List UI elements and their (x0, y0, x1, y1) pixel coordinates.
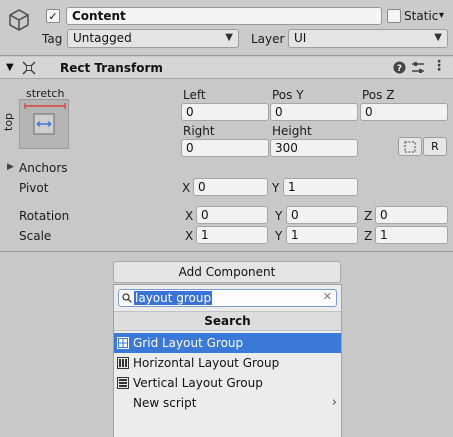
component-title: Rect Transform (60, 61, 163, 75)
rotation-label: Rotation (19, 209, 70, 223)
scale-z-axis-label: Z (364, 229, 373, 243)
pos-y-label: Pos Y (272, 88, 304, 102)
active-checkbox[interactable]: ✓ (46, 9, 60, 23)
blueprint-mode-button[interactable] (398, 137, 422, 156)
chevron-down-icon: ▼ (434, 32, 442, 43)
pos-z-field[interactable]: 0 (360, 103, 448, 121)
scale-x-axis-label: X (185, 229, 194, 243)
vertical-layout-icon (117, 377, 129, 389)
right-label: Right (183, 124, 215, 138)
search-icon (122, 293, 132, 303)
pivot-x-axis-label: X (182, 181, 191, 195)
result-vertical-layout-group[interactable]: Vertical Layout Group (114, 373, 341, 393)
chevron-right-icon: › (331, 395, 337, 410)
foldout-arrow-icon[interactable]: ▼ (6, 62, 14, 73)
rotation-y-axis-label: Y (275, 209, 283, 223)
scale-y-field[interactable]: 1 (286, 226, 358, 244)
pos-z-label: Pos Z (362, 88, 395, 102)
result-label: Horizontal Layout Group (133, 356, 280, 370)
more-options-icon[interactable]: ⋮ (432, 58, 446, 74)
pivot-y-axis-label: Y (272, 181, 280, 195)
clear-search-icon[interactable]: ✕ (323, 290, 332, 303)
anchor-presets-button[interactable] (19, 99, 69, 149)
rotation-y-field[interactable]: 0 (286, 206, 358, 224)
right-field[interactable]: 0 (181, 139, 269, 157)
tag-dropdown-value: Untagged (73, 31, 132, 45)
search-results-header: Search (114, 311, 341, 331)
object-name-field[interactable]: Content (66, 7, 382, 25)
tag-dropdown[interactable]: Untagged ▼ (67, 29, 239, 48)
chevron-down-icon: ▼ (225, 32, 233, 43)
rect-transform-icon (22, 61, 36, 75)
result-horizontal-layout-group[interactable]: Horizontal Layout Group (114, 353, 341, 373)
add-component-button[interactable]: Add Component (113, 261, 341, 283)
dotted-rect-icon (404, 141, 416, 152)
left-field[interactable]: 0 (181, 103, 269, 121)
help-icon[interactable]: ? (393, 61, 406, 74)
pivot-x-field[interactable]: 0 (193, 178, 268, 196)
static-label: Static (404, 9, 439, 23)
add-component-popup: layout group ✕ Search Grid Layout Group … (113, 284, 342, 437)
scale-x-field[interactable]: 1 (196, 226, 268, 244)
component-search-input[interactable]: layout group ✕ (118, 289, 337, 307)
gameobject-cube-icon (9, 9, 29, 31)
scale-label: Scale (19, 229, 52, 243)
result-grid-layout-group[interactable]: Grid Layout Group (114, 333, 341, 353)
pivot-y-field[interactable]: 1 (283, 178, 358, 196)
result-label: Vertical Layout Group (133, 376, 263, 390)
height-field[interactable]: 300 (270, 139, 358, 157)
rotation-z-field[interactable]: 0 (375, 206, 448, 224)
rect-transform-header[interactable]: ▼ Rect Transform ? ⋮ (0, 57, 453, 79)
anchor-vertical-label: top (2, 112, 15, 131)
layer-dropdown-value: UI (294, 31, 307, 45)
anchors-foldout-arrow-icon[interactable]: ▶ (7, 162, 14, 172)
anchor-preset-icon (24, 103, 66, 135)
search-text: layout group (134, 291, 213, 305)
static-dropdown-arrow-icon[interactable]: ▾ (439, 10, 444, 21)
svg-text:?: ? (397, 64, 402, 74)
pivot-label: Pivot (19, 181, 49, 195)
tag-label: Tag (42, 32, 63, 46)
preset-sliders-icon[interactable] (411, 61, 425, 74)
horizontal-layout-icon (117, 357, 129, 369)
grid-layout-icon (117, 337, 129, 349)
layer-label: Layer (251, 32, 285, 46)
divider (0, 55, 453, 56)
rotation-x-field[interactable]: 0 (196, 206, 268, 224)
scale-y-axis-label: Y (275, 229, 283, 243)
result-label: Grid Layout Group (133, 336, 244, 350)
rotation-x-axis-label: X (185, 209, 194, 223)
scale-z-field[interactable]: 1 (375, 226, 448, 244)
rotation-z-axis-label: Z (364, 209, 373, 223)
layer-dropdown[interactable]: UI ▼ (288, 29, 448, 48)
height-label: Height (272, 124, 312, 138)
static-checkbox[interactable] (387, 9, 401, 23)
result-new-script[interactable]: New script › (114, 393, 341, 413)
result-label: New script (133, 396, 197, 410)
pos-y-field[interactable]: 0 (270, 103, 358, 121)
raw-edit-button[interactable]: R (423, 137, 447, 156)
divider (0, 251, 453, 252)
left-label: Left (183, 88, 206, 102)
anchors-label[interactable]: Anchors (19, 161, 68, 175)
